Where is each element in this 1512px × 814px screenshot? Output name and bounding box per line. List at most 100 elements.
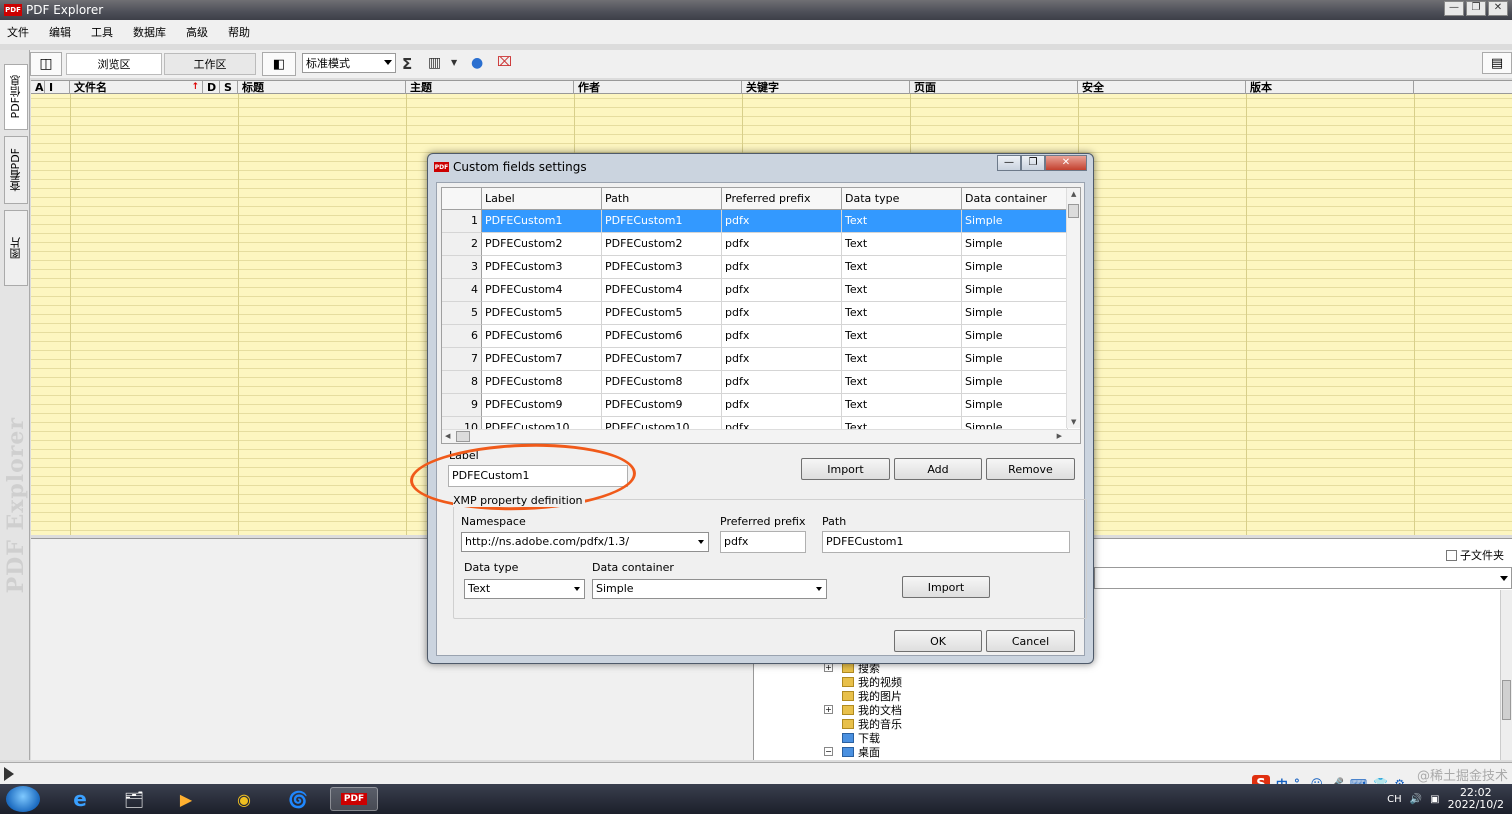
dialog-minimize-button[interactable]: — <box>997 155 1021 171</box>
folder-path-combo[interactable] <box>1094 567 1512 589</box>
scroll-up-icon[interactable]: ▲ <box>1071 190 1076 198</box>
path-input[interactable]: PDFECustom1 <box>822 531 1070 553</box>
table-row[interactable]: 2 PDFECustom2 PDFECustom2 pdfx Text Simple <box>442 233 1068 256</box>
cell-data-container[interactable]: Simple <box>962 279 1068 302</box>
cancel-button[interactable]: Cancel <box>986 630 1075 652</box>
chrome-icon[interactable]: ◉ <box>222 787 266 811</box>
cell-prefix[interactable]: pdfx <box>722 348 842 371</box>
cell-data-container[interactable]: Simple <box>962 210 1068 233</box>
collapse-icon[interactable]: − <box>824 747 833 756</box>
view-options-button[interactable]: ▤ <box>1482 52 1512 74</box>
play-icon[interactable] <box>4 767 14 781</box>
header-data-type[interactable]: Data type <box>842 188 962 210</box>
cell-path[interactable]: PDFECustom6 <box>602 325 722 348</box>
subfolder-checkbox[interactable] <box>1446 549 1457 561</box>
vtab-pdf-info[interactable]: PDF信息 <box>4 64 28 130</box>
scroll-right-icon[interactable]: ▶ <box>1057 432 1062 440</box>
volume-icon[interactable]: 🔊 <box>1410 794 1422 805</box>
menu-tools[interactable]: 工具 <box>90 24 122 40</box>
start-button[interactable] <box>6 786 40 812</box>
dialog-maximize-button[interactable]: ❐ <box>1021 155 1045 171</box>
taskbar-clock[interactable]: 22:02 2022/10/2 <box>1448 787 1504 811</box>
cell-path[interactable]: PDFECustom1 <box>602 210 722 233</box>
dialog-close-button[interactable]: ✕ <box>1045 155 1087 171</box>
scrollbar-thumb[interactable] <box>1068 204 1079 218</box>
cell-data-container[interactable]: Simple <box>962 256 1068 279</box>
cell-label[interactable]: PDFECustom3 <box>482 256 602 279</box>
table-row[interactable]: 4 PDFECustom4 PDFECustom4 pdfx Text Simple <box>442 279 1068 302</box>
cell-path[interactable]: PDFECustom2 <box>602 233 722 256</box>
cell-data-container[interactable]: Simple <box>962 325 1068 348</box>
header-label[interactable]: Label <box>482 188 602 210</box>
tab-browse[interactable]: 浏览区 <box>66 53 162 75</box>
import-namespace-button[interactable]: Import <box>902 576 990 598</box>
clear-icon[interactable]: ⌧ <box>497 55 512 70</box>
table-row[interactable]: 3 PDFECustom3 PDFECustom3 pdfx Text Simple <box>442 256 1068 279</box>
pdf-explorer-icon[interactable]: PDF <box>330 787 378 811</box>
header-path[interactable]: Path <box>602 188 722 210</box>
network-icon[interactable]: ▣ <box>1430 794 1439 805</box>
add-button[interactable]: Add <box>894 458 982 480</box>
col-header-title[interactable]: 标题 <box>238 81 406 94</box>
import-button[interactable]: Import <box>801 458 890 480</box>
mode-select[interactable]: 标准模式 <box>302 53 396 73</box>
cell-prefix[interactable]: pdfx <box>722 279 842 302</box>
table-row[interactable]: 5 PDFECustom5 PDFECustom5 pdfx Text Simple <box>442 302 1068 325</box>
cell-prefix[interactable]: pdfx <box>722 256 842 279</box>
col-header-author[interactable]: 作者 <box>574 81 742 94</box>
folder-pane-scrollbar[interactable] <box>1500 590 1512 760</box>
cell-data-type[interactable]: Text <box>842 302 962 325</box>
cell-prefix[interactable]: pdfx <box>722 325 842 348</box>
col-header-s[interactable]: S <box>220 81 238 94</box>
cell-data-type[interactable]: Text <box>842 348 962 371</box>
table-vertical-scrollbar[interactable]: ▲ ▼ <box>1066 188 1080 428</box>
cell-data-type[interactable]: Text <box>842 325 962 348</box>
close-button[interactable]: ✕ <box>1488 1 1508 16</box>
cell-path[interactable]: PDFECustom9 <box>602 394 722 417</box>
col-header-keywords[interactable]: 关键字 <box>742 81 910 94</box>
language-indicator[interactable]: CH <box>1387 794 1402 805</box>
tab-work[interactable]: 工作区 <box>164 53 256 75</box>
table-row[interactable]: 6 PDFECustom6 PDFECustom6 pdfx Text Simple <box>442 325 1068 348</box>
vtab-view-pdf[interactable]: 查看PDF <box>4 136 28 204</box>
chevron-down-icon[interactable]: ▼ <box>451 58 457 67</box>
col-header-subject[interactable]: 主题 <box>406 81 574 94</box>
menu-help[interactable]: 帮助 <box>227 24 259 40</box>
col-header-version[interactable]: 版本 <box>1246 81 1414 94</box>
table-horizontal-scrollbar[interactable]: ◀ ▶ <box>442 429 1080 443</box>
expand-icon[interactable]: + <box>824 705 833 714</box>
table-row[interactable]: 7 PDFECustom7 PDFECustom7 pdfx Text Simple <box>442 348 1068 371</box>
cell-path[interactable]: PDFECustom3 <box>602 256 722 279</box>
tree-item[interactable]: 我的音乐 <box>824 717 902 731</box>
cell-label[interactable]: PDFECustom7 <box>482 348 602 371</box>
datatype-combo[interactable]: Text <box>464 579 585 599</box>
media-player-icon[interactable]: ▶ <box>164 787 208 811</box>
col-header-i[interactable]: I <box>45 81 70 94</box>
cell-label[interactable]: PDFECustom1 <box>482 210 602 233</box>
menu-database[interactable]: 数据库 <box>132 24 175 40</box>
explorer-icon[interactable]: 🗂 <box>112 787 156 811</box>
remove-button[interactable]: Remove <box>986 458 1075 480</box>
cell-prefix[interactable]: pdfx <box>722 371 842 394</box>
cell-label[interactable]: PDFECustom4 <box>482 279 602 302</box>
header-preferred-prefix[interactable]: Preferred prefix <box>722 188 842 210</box>
expand-icon[interactable]: + <box>824 663 833 672</box>
table-row[interactable]: 9 PDFECustom9 PDFECustom9 pdfx Text Simple <box>442 394 1068 417</box>
scrollbar-thumb[interactable] <box>1502 680 1511 720</box>
tree-item[interactable]: + 我的文档 <box>824 703 902 717</box>
cell-prefix[interactable]: pdfx <box>722 210 842 233</box>
cell-data-type[interactable]: Text <box>842 371 962 394</box>
cell-prefix[interactable]: pdfx <box>722 394 842 417</box>
book-icon[interactable]: ▥ <box>428 55 441 71</box>
custom-fields-table[interactable]: Label Path Preferred prefix Data type Da… <box>441 187 1081 444</box>
sum-icon[interactable]: Σ <box>402 55 412 73</box>
namespace-combo[interactable]: http://ns.adobe.com/pdfx/1.3/ <box>461 532 709 552</box>
menu-advanced[interactable]: 高级 <box>185 24 217 40</box>
cell-path[interactable]: PDFECustom4 <box>602 279 722 302</box>
header-data-container[interactable]: Data container <box>962 188 1068 210</box>
scroll-down-icon[interactable]: ▼ <box>1071 418 1076 426</box>
cell-data-type[interactable]: Text <box>842 210 962 233</box>
scrollbar-thumb[interactable] <box>456 431 470 442</box>
cell-prefix[interactable]: pdfx <box>722 302 842 325</box>
table-row[interactable]: 1 PDFECustom1 PDFECustom1 pdfx Text Simple <box>442 210 1068 233</box>
